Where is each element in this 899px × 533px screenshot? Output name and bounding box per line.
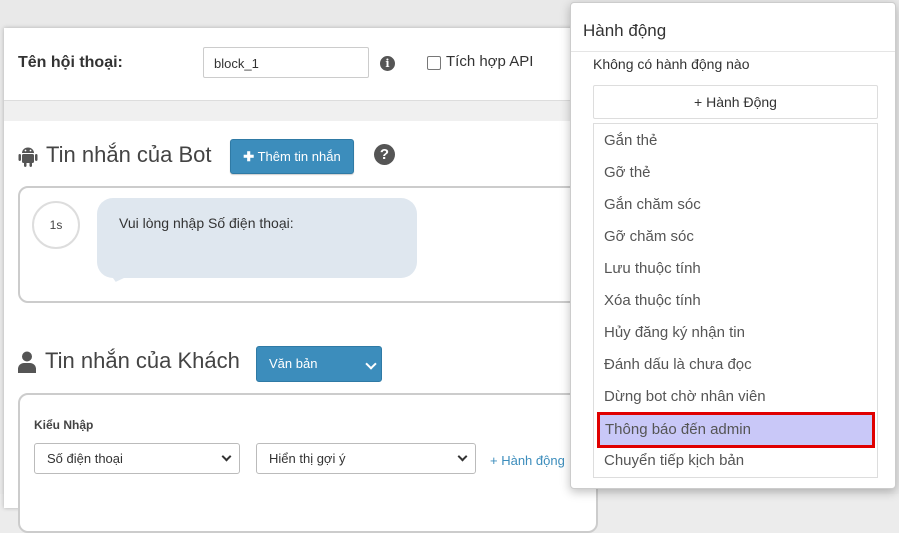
divider-band: [4, 101, 584, 121]
action-option-go-the[interactable]: Gỡ thẻ: [594, 157, 877, 189]
action-option-huy-dang-ky[interactable]: Hủy đăng ký nhận tin: [594, 317, 877, 349]
dialogue-editor: Tên hội thoại: block_1 i Tích hợp API Ti…: [4, 28, 598, 533]
info-icon[interactable]: i: [380, 56, 395, 71]
action-option-gan-cham-soc[interactable]: Gắn chăm sóc: [594, 189, 877, 221]
customer-messages-title: Tin nhắn của Khách: [45, 348, 240, 373]
bubble-tail: [104, 269, 130, 285]
name-row: Tên hội thoại: block_1 i Tích hợp API: [4, 28, 584, 101]
input-type-value: Số điện thoại: [47, 451, 123, 466]
bot-message-text: Vui lòng nhập Số điện thoại:: [119, 215, 294, 231]
chevron-down-icon: [221, 451, 232, 462]
add-action-button[interactable]: + Hành Động: [593, 85, 878, 119]
message-type-select[interactable]: Văn bản: [256, 346, 382, 382]
action-option-thong-bao-admin[interactable]: Thông báo đến admin: [597, 412, 875, 448]
add-message-label: Thêm tin nhắn: [257, 149, 341, 164]
panel-divider: [571, 51, 895, 52]
message-type-label: Văn bản: [269, 356, 318, 371]
api-checkbox[interactable]: [427, 56, 441, 70]
hint-value: Hiển thị gợi ý: [269, 451, 346, 466]
action-panel-title: Hành động: [583, 21, 667, 40]
action-option-danh-dau-chua-doc[interactable]: Đánh dấu là chưa đọc: [594, 349, 877, 381]
dialogue-name-input[interactable]: block_1: [203, 47, 369, 78]
user-icon: [18, 351, 36, 373]
plus-icon: ✚: [243, 149, 255, 164]
action-panel: Hành động Không có hành động nào + Hành …: [570, 2, 896, 489]
chevron-down-icon: [365, 358, 377, 370]
action-option-chuyen-tiep[interactable]: Chuyển tiếp kịch bản: [594, 445, 877, 477]
api-label[interactable]: Tích hợp API: [446, 53, 533, 70]
chevron-down-icon: [457, 451, 468, 462]
add-message-button[interactable]: ✚ Thêm tin nhắn: [230, 139, 354, 174]
delay-badge[interactable]: 1s: [32, 201, 80, 249]
dialogue-name-label: Tên hội thoại:: [18, 54, 123, 71]
action-option-go-cham-soc[interactable]: Gỡ chăm sóc: [594, 221, 877, 253]
add-action-link[interactable]: + Hành động: [490, 453, 565, 468]
bot-messages-title: Tin nhắn của Bot: [46, 142, 212, 167]
bot-message-box: 1s Vui lòng nhập Số điện thoại:: [18, 186, 598, 303]
action-option-xoa-thuoc-tinh[interactable]: Xóa thuộc tính: [594, 285, 877, 317]
action-options-list: Gắn thẻ Gỡ thẻ Gắn chăm sóc Gỡ chăm sóc …: [593, 123, 878, 478]
action-option-luu-thuoc-tinh[interactable]: Lưu thuộc tính: [594, 253, 877, 285]
android-icon: [18, 147, 38, 167]
hint-select[interactable]: Hiển thị gợi ý: [256, 443, 476, 474]
help-icon[interactable]: ?: [374, 144, 395, 165]
bot-message-bubble[interactable]: Vui lòng nhập Số điện thoại:: [97, 198, 417, 285]
input-type-label: Kiểu Nhập: [34, 418, 94, 432]
action-option-dung-bot[interactable]: Dừng bot chờ nhân viên: [594, 381, 877, 413]
empty-action-text: Không có hành động nào: [593, 56, 750, 72]
action-option-gan-the[interactable]: Gắn thẻ: [594, 125, 877, 157]
input-type-select[interactable]: Số điện thoại: [34, 443, 240, 474]
customer-input-box: Kiểu Nhập Số điện thoại Hiển thị gợi ý +…: [18, 393, 598, 533]
